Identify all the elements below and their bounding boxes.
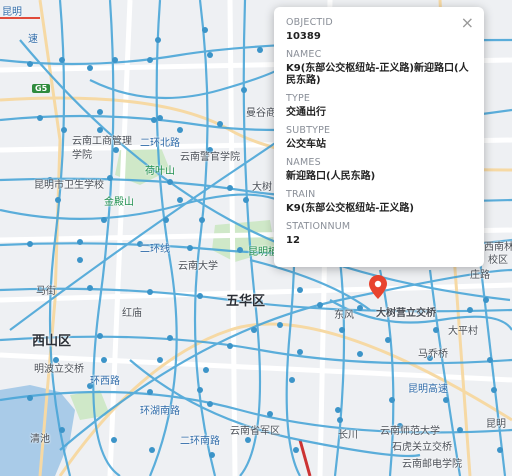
map-label: 校区 bbox=[488, 255, 508, 266]
map-label: 清池 bbox=[30, 434, 50, 445]
map-label: 曼谷商 bbox=[246, 108, 276, 119]
close-icon[interactable]: × bbox=[461, 15, 474, 31]
map-label: 马街 bbox=[36, 286, 56, 297]
field-label-subtype: SUBTYPE bbox=[286, 125, 331, 136]
map-label: 长川 bbox=[338, 430, 358, 441]
map-label: 云南邮电学院 bbox=[402, 459, 462, 470]
map-label: 明波立交桥 bbox=[34, 364, 84, 375]
field-label-namec: NAMEC bbox=[286, 49, 322, 60]
map-label: 云南师范大学 bbox=[380, 426, 440, 437]
field-value-stationnum: 12 bbox=[286, 235, 300, 246]
field-label-train: TRAIN bbox=[286, 189, 316, 200]
map-label: 金殿山 bbox=[104, 197, 134, 208]
map-label: 大平村 bbox=[448, 326, 478, 337]
field-label-stationnum: STATIONNUM bbox=[286, 221, 351, 232]
map-label: 荷叶山 bbox=[145, 166, 175, 177]
highway-shield: G5 bbox=[32, 84, 51, 93]
map-label: 马乔桥 bbox=[418, 349, 448, 360]
field-label-names: NAMES bbox=[286, 157, 321, 168]
map-label: 石虎关立交桥 bbox=[392, 442, 452, 453]
district-label: 西山区 bbox=[32, 334, 72, 349]
map-label: 昆明市卫生学校 bbox=[34, 180, 104, 191]
field-value-subtype: 公交车站 bbox=[286, 139, 326, 150]
field-value-names: 新迎路口(人民东路) bbox=[286, 171, 376, 182]
map-label: 昆明高速 bbox=[408, 384, 448, 395]
map-view[interactable]: 昆明 速 G5 云南工商管理 学院 二环北路 云南警官学院 曼谷商 荷叶山 昆明… bbox=[0, 0, 512, 476]
map-label: 昆明 bbox=[486, 419, 506, 430]
map-label: 东风 bbox=[334, 310, 354, 321]
feature-info-popup: × OBJECTID 10389 NAMEC K9(东部公交枢纽站-正义路)新迎… bbox=[274, 7, 484, 267]
map-label: 环湖南路 bbox=[140, 406, 180, 417]
map-label: 速 bbox=[28, 34, 38, 45]
map-label: 环西路 bbox=[90, 376, 120, 387]
map-label: 红庙 bbox=[122, 308, 142, 319]
map-label: 大树 bbox=[252, 182, 272, 193]
map-label: 学院 bbox=[72, 150, 92, 161]
map-label: 昆明 bbox=[2, 7, 22, 18]
map-label: 云南警官学院 bbox=[180, 152, 240, 163]
district-label: 五华区 bbox=[226, 294, 266, 309]
field-value-type: 交通出行 bbox=[286, 107, 326, 118]
field-label-type: TYPE bbox=[286, 93, 311, 104]
map-label: 云南工商管理 bbox=[72, 136, 132, 147]
field-value-train: K9(东部公交枢纽站-正义路) bbox=[286, 203, 414, 214]
map-label: 二环线 bbox=[140, 244, 170, 255]
map-label: 云南省军区 bbox=[230, 426, 280, 437]
map-label: 大树营立交桥 bbox=[376, 308, 436, 319]
map-label: 二环北路 bbox=[140, 138, 180, 149]
location-pin-icon[interactable] bbox=[369, 275, 387, 299]
field-value-objectid: 10389 bbox=[286, 31, 321, 42]
map-label: 二环南路 bbox=[180, 436, 220, 447]
field-value-namec: K9(东部公交枢纽站-正义路)新迎路口(人民东路) bbox=[286, 63, 469, 86]
field-label-objectid: OBJECTID bbox=[286, 17, 333, 28]
map-label: 庄路 bbox=[470, 270, 490, 281]
map-label: 云南大学 bbox=[178, 261, 218, 272]
